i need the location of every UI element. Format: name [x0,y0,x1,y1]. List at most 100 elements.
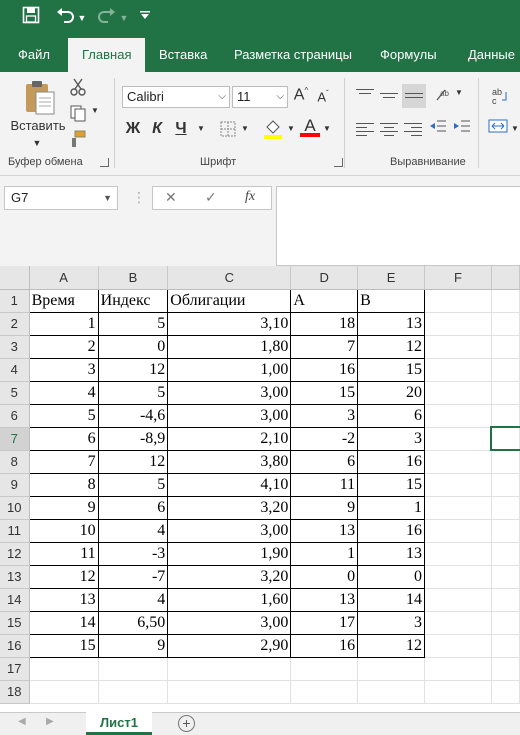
add-sheet-icon[interactable]: + [178,715,195,732]
font-color-dropdown-icon[interactable]: ▼ [322,124,332,133]
orientation-dropdown-icon[interactable]: ▼ [454,88,464,97]
row-header[interactable]: 16 [0,634,30,658]
underline-button[interactable]: Ч [172,120,190,138]
data-cell[interactable]: 5 [28,403,99,428]
data-cell[interactable]: 9 [97,633,169,658]
data-cell[interactable]: -8,9 [97,426,169,451]
next-sheet-icon[interactable]: ▶ [46,716,54,727]
data-cell[interactable]: 16 [357,449,425,474]
clipboard-launcher-icon[interactable] [100,158,109,167]
wrap-text-icon[interactable]: ab c [488,86,512,109]
align-right-icon[interactable] [404,120,422,139]
empty-cell[interactable] [167,680,292,704]
empty-cell[interactable] [491,634,520,658]
grow-font-button[interactable]: A^ [292,86,310,104]
orientation-icon[interactable]: ab [434,86,454,105]
empty-cell[interactable] [424,680,492,704]
empty-cell[interactable] [491,473,520,497]
sheet-tab-active[interactable]: Лист1 [86,712,152,735]
splitter-handle-icon[interactable]: ⋮ [132,190,146,204]
undo-dropdown-icon[interactable]: ▼ [76,6,88,30]
empty-cell[interactable] [491,381,520,405]
row-header[interactable]: 10 [0,496,30,520]
align-left-icon[interactable] [356,120,374,139]
data-cell[interactable]: 13 [290,518,359,543]
data-cell[interactable]: -2 [290,426,359,451]
data-cell[interactable]: 5 [97,472,169,497]
data-cell[interactable]: 20 [357,380,425,405]
italic-button[interactable]: К [148,120,166,138]
data-cell[interactable]: 3,00 [167,403,292,428]
data-cell[interactable]: 15 [290,380,359,405]
data-cell[interactable]: 9 [290,495,359,520]
data-cell[interactable]: 4 [97,518,169,543]
data-cell[interactable]: 6 [97,495,169,520]
align-top-icon[interactable] [356,86,374,97]
empty-cell[interactable] [424,496,492,520]
empty-cell[interactable] [491,519,520,543]
empty-cell[interactable] [424,657,492,681]
column-header[interactable]: B [98,266,169,290]
row-header[interactable]: 6 [0,404,30,428]
name-box[interactable]: G7 ▼ [4,186,118,210]
data-cell[interactable]: 9 [28,495,99,520]
column-header[interactable]: E [357,266,425,290]
empty-cell[interactable] [424,289,492,313]
data-cell[interactable]: 0 [97,334,169,359]
increase-indent-icon[interactable] [452,118,472,137]
empty-cell[interactable] [424,519,492,543]
row-header[interactable]: 3 [0,335,30,359]
data-cell[interactable]: 15 [357,357,425,382]
data-cell[interactable]: -7 [97,564,169,589]
data-cell[interactable]: 14 [28,610,99,635]
header-cell[interactable]: Облигации [167,288,292,313]
data-cell[interactable]: 13 [28,587,99,612]
prev-sheet-icon[interactable]: ◀ [18,716,26,727]
data-cell[interactable]: 3,80 [167,449,292,474]
row-header[interactable]: 7 [0,427,30,451]
header-cell[interactable]: Время [28,288,99,313]
data-cell[interactable]: 1,90 [167,541,292,566]
data-cell[interactable]: 3 [290,403,359,428]
data-cell[interactable]: 8 [28,472,99,497]
data-cell[interactable]: 0 [357,564,425,589]
data-cell[interactable]: -4,6 [97,403,169,428]
underline-dropdown-icon[interactable]: ▼ [196,124,206,133]
empty-cell[interactable] [424,404,492,428]
empty-cell[interactable] [491,565,520,589]
row-header[interactable]: 12 [0,542,30,566]
row-header[interactable]: 15 [0,611,30,635]
row-header[interactable]: 17 [0,657,30,681]
data-cell[interactable]: 3,00 [167,518,292,543]
empty-cell[interactable] [424,588,492,612]
column-header[interactable]: A [29,266,99,290]
column-header[interactable]: F [424,266,492,290]
empty-cell[interactable] [491,611,520,635]
data-cell[interactable]: 17 [290,610,359,635]
align-center-icon[interactable] [380,120,398,139]
data-cell[interactable]: 13 [357,541,425,566]
insert-function-button[interactable]: fx [245,189,255,205]
empty-cell[interactable] [290,680,359,704]
font-size-combo[interactable]: 11 ⌵ [232,86,288,108]
data-cell[interactable]: 6 [28,426,99,451]
empty-cell[interactable] [424,634,492,658]
bold-button[interactable]: Ж [124,120,142,138]
empty-cell[interactable] [491,542,520,566]
column-header[interactable] [491,266,520,290]
data-cell[interactable]: 3,00 [167,610,292,635]
data-cell[interactable]: 5 [97,380,169,405]
empty-cell[interactable] [424,473,492,497]
empty-cell[interactable] [424,335,492,359]
empty-cell[interactable] [29,657,99,681]
empty-cell[interactable] [357,657,425,681]
empty-cell[interactable] [491,680,520,704]
cut-icon[interactable] [68,78,88,98]
data-cell[interactable]: 1 [28,311,99,336]
tab-page-layout[interactable]: Разметка страницы [220,38,366,72]
empty-cell[interactable] [424,381,492,405]
data-cell[interactable]: 14 [357,587,425,612]
empty-cell[interactable] [491,657,520,681]
data-cell[interactable]: 6,50 [97,610,169,635]
row-header[interactable]: 1 [0,289,30,313]
